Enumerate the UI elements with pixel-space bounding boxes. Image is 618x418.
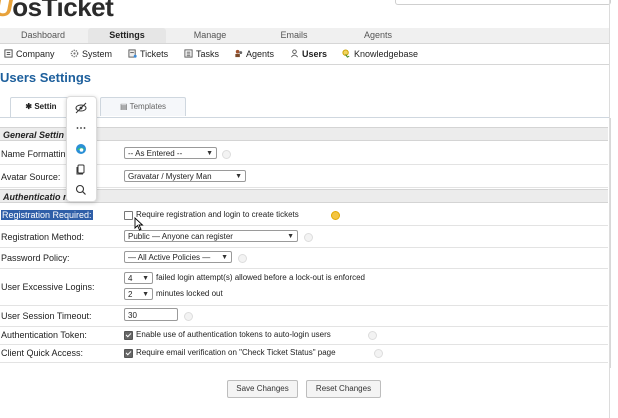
row-session-timeout: User Session Timeout: 30 [0, 306, 608, 327]
help-icon[interactable] [374, 349, 383, 358]
templates-icon: ▤ [119, 102, 130, 111]
subnav-tasks[interactable]: Tasks [184, 48, 219, 60]
auth-token-label: Authentication Token: [1, 330, 87, 340]
tasks-icon [184, 49, 193, 58]
registration-required-checkbox[interactable] [124, 211, 133, 220]
name-formatting-label: Name Formattin [1, 149, 66, 159]
avatar-source-label: Avatar Source: [1, 172, 61, 182]
row-auth-token: Authentication Token: Enable use of auth… [0, 327, 608, 345]
password-policy-label: Password Policy: [1, 253, 70, 263]
name-formatting-select[interactable]: -- As Entered -- ▼ [124, 147, 217, 159]
subnav-system[interactable]: System [70, 48, 112, 60]
reset-changes-button[interactable]: Reset Changes [306, 380, 381, 398]
tab-emails[interactable]: Emails [264, 28, 324, 43]
password-policy-select[interactable]: — All Active Policies — ▼ [124, 251, 232, 263]
chevron-down-icon: ▼ [235, 173, 242, 180]
more-icon[interactable] [74, 121, 88, 135]
row-excessive-logins: User Excessive Logins: 4 ▼ failed login a… [0, 269, 608, 306]
help-icon[interactable] [304, 233, 313, 242]
copy-icon[interactable] [74, 163, 88, 177]
row-registration-required: Registration Required: Require registrat… [0, 204, 608, 226]
tab-settings-inner[interactable]: ✱ Settin [10, 97, 72, 117]
subnav-company[interactable]: Company [4, 48, 55, 60]
warning-help-icon[interactable] [331, 211, 340, 220]
registration-method-select[interactable]: Public — Anyone can register ▼ [124, 230, 298, 242]
row-password-policy: Password Policy: — All Active Policies —… [0, 248, 608, 269]
page-edge-divider [609, 0, 610, 418]
mouse-cursor-icon [134, 217, 144, 231]
help-icon[interactable] [368, 331, 377, 340]
tab-manage[interactable]: Manage [180, 28, 240, 43]
session-timeout-input[interactable]: 30 [124, 308, 178, 321]
chevron-down-icon: ▼ [142, 275, 149, 282]
settings-icon: ✱ [25, 102, 35, 111]
chevron-down-icon: ▼ [287, 233, 294, 240]
row-quick-access: Client Quick Access: Require email verif… [0, 345, 608, 363]
subnav-knowledgebase[interactable]: Knowledgebase [342, 48, 418, 60]
page-title: Users Settings [0, 70, 92, 85]
auth-token-checkbox[interactable] [124, 331, 133, 340]
login-attempts-select[interactable]: 4 ▼ [124, 272, 153, 284]
lockout-minutes-select[interactable]: 2 ▼ [124, 288, 153, 300]
registration-method-label: Registration Method: [1, 232, 85, 242]
chevron-down-icon: ▼ [142, 291, 149, 298]
chevron-down-icon: ▼ [221, 254, 228, 261]
registration-required-label: Registration Required: [1, 210, 93, 220]
logo[interactable]: UosTicket [0, 0, 114, 23]
row-registration-method: Registration Method: Public — Anyone can… [0, 226, 608, 248]
subnav-users[interactable]: Users [290, 48, 327, 60]
tab-templates[interactable]: ▤ Templates [100, 97, 186, 116]
eye-off-icon[interactable] [74, 101, 88, 115]
subnav-agents[interactable]: Agents [234, 48, 274, 60]
search-icon[interactable] [74, 183, 88, 197]
tab-settings[interactable]: Settings [88, 28, 166, 43]
quick-access-text: Require email verification on "Check Tic… [136, 348, 336, 357]
chevron-down-icon: ▼ [206, 150, 213, 157]
company-icon [4, 49, 13, 58]
quick-access-label: Client Quick Access: [1, 348, 84, 358]
gear-icon [70, 49, 79, 58]
session-timeout-label: User Session Timeout: [1, 311, 92, 321]
auth-token-text: Enable use of authentication tokens to a… [136, 330, 331, 339]
sub-nav: Company System Tickets Tasks Agents User… [0, 44, 610, 65]
agents-icon [235, 49, 243, 58]
help-icon[interactable] [184, 312, 193, 321]
excessive-logins-label: User Excessive Logins: [1, 282, 95, 292]
top-nav: Dashboard Settings Manage Emails Agents [0, 28, 610, 44]
knowledgebase-icon [342, 49, 350, 58]
top-search-box[interactable] [395, 0, 611, 5]
tab-dashboard[interactable]: Dashboard [14, 28, 72, 43]
tickets-icon [128, 49, 137, 58]
users-icon [290, 49, 299, 58]
quick-access-checkbox[interactable] [124, 349, 133, 358]
subnav-tickets[interactable]: Tickets [128, 48, 168, 60]
browser-context-toolbar [66, 96, 97, 202]
save-changes-button[interactable]: Save Changes [227, 380, 298, 398]
tab-agents[interactable]: Agents [348, 28, 408, 43]
edge-icon[interactable] [74, 142, 88, 156]
help-icon[interactable] [222, 150, 231, 159]
lockout-minutes-text: minutes locked out [156, 289, 223, 298]
avatar-source-select[interactable]: Gravatar / Mystery Man ▼ [124, 170, 246, 182]
help-icon[interactable] [238, 254, 247, 263]
registration-required-text: Require registration and login to create… [136, 210, 299, 219]
login-attempts-text: failed login attempt(s) allowed before a… [156, 273, 365, 282]
